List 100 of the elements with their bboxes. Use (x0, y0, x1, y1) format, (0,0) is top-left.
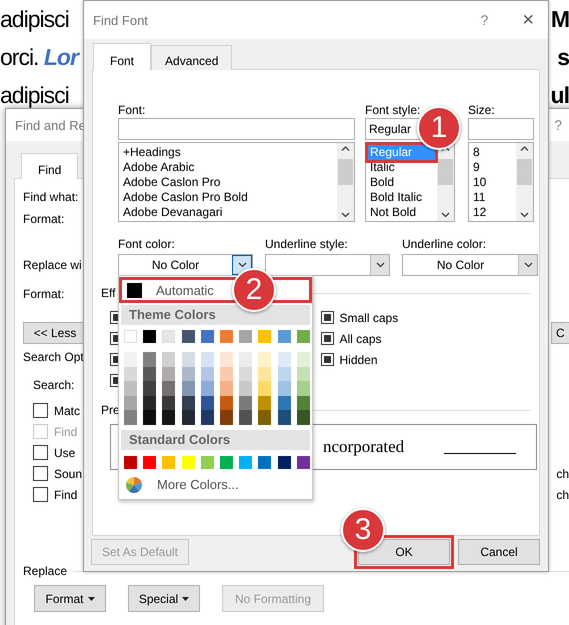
color-swatch[interactable] (124, 352, 137, 367)
dialog-button[interactable]: C (551, 322, 569, 344)
color-swatch[interactable] (220, 352, 233, 367)
color-swatch[interactable] (182, 396, 195, 410)
checkbox[interactable] (33, 403, 48, 418)
list-item[interactable]: 9 (471, 160, 514, 175)
color-swatch[interactable] (200, 456, 214, 469)
color-swatch[interactable] (162, 366, 176, 382)
color-swatch[interactable] (278, 352, 290, 367)
list-item[interactable]: Adobe Caslon Pro Bold (121, 190, 335, 205)
color-swatch[interactable] (162, 352, 176, 367)
checkbox[interactable] (33, 487, 48, 502)
color-swatch[interactable] (124, 410, 137, 425)
list-item[interactable]: Adobe Caslon Pro (121, 175, 335, 190)
dropdown-button[interactable] (518, 255, 537, 275)
dialog-button[interactable]: OK (358, 539, 450, 565)
color-swatch[interactable] (296, 330, 310, 343)
color-swatch[interactable] (220, 366, 233, 382)
scrollbar[interactable] (337, 143, 354, 221)
color-swatch[interactable] (220, 456, 233, 469)
color-swatch[interactable] (182, 330, 195, 343)
color-swatch[interactable] (200, 381, 214, 396)
checkbox[interactable] (320, 332, 334, 345)
color-swatch[interactable] (258, 410, 272, 425)
tab[interactable]: Font (93, 43, 152, 70)
color-swatch[interactable] (162, 396, 176, 410)
scrollbar-thumb[interactable] (438, 159, 453, 185)
color-swatch[interactable] (143, 366, 156, 382)
checkbox[interactable] (33, 445, 48, 460)
color-swatch[interactable] (258, 381, 272, 396)
color-swatch[interactable] (220, 396, 233, 410)
color-swatch[interactable] (220, 381, 233, 396)
color-swatch[interactable] (143, 456, 156, 469)
color-swatch[interactable] (239, 352, 252, 367)
color-swatch[interactable] (239, 381, 252, 396)
list-item[interactable]: 11 (471, 190, 514, 205)
color-swatch[interactable] (296, 410, 310, 425)
color-swatch[interactable] (143, 410, 156, 425)
checkbox[interactable] (320, 353, 334, 366)
color-swatch[interactable] (258, 330, 272, 343)
color-swatch[interactable] (200, 330, 214, 343)
tab[interactable]: Advanced (151, 45, 232, 70)
color-swatch[interactable] (296, 396, 310, 410)
color-swatch[interactable] (182, 410, 195, 425)
list-item[interactable]: 12 (471, 205, 514, 220)
checkbox[interactable] (320, 311, 334, 324)
color-swatch[interactable] (258, 352, 272, 367)
help-button[interactable]: ? (480, 12, 488, 28)
color-swatch[interactable] (200, 396, 214, 410)
color-swatch[interactable] (162, 381, 176, 396)
scrollbar[interactable] (516, 143, 533, 221)
list-item[interactable]: Bold (368, 175, 435, 190)
list-item[interactable]: 10 (471, 175, 514, 190)
list-item[interactable]: 8 (471, 145, 514, 160)
list-item[interactable]: Adobe Arabic (121, 160, 335, 175)
color-swatch[interactable] (258, 366, 272, 382)
color-swatch[interactable] (143, 396, 156, 410)
color-swatch[interactable] (162, 456, 176, 469)
color-swatch[interactable] (258, 456, 272, 469)
help-button[interactable]: ? (554, 117, 562, 133)
menu-item[interactable]: More Colors... (119, 474, 312, 495)
scrollbar-thumb[interactable] (338, 159, 353, 185)
color-swatch[interactable] (124, 366, 137, 382)
color-swatch[interactable] (182, 366, 195, 382)
color-swatch[interactable] (143, 330, 156, 343)
color-swatch[interactable] (278, 330, 290, 343)
menu-button[interactable]: Special (128, 585, 200, 612)
color-swatch[interactable] (278, 396, 290, 410)
tab[interactable]: Find (21, 153, 78, 179)
input-field[interactable] (118, 118, 355, 140)
color-swatch[interactable] (124, 330, 137, 343)
color-swatch[interactable] (124, 381, 137, 396)
color-swatch[interactable] (200, 410, 214, 425)
color-swatch[interactable] (278, 366, 290, 382)
color-swatch[interactable] (239, 366, 252, 382)
color-swatch[interactable] (296, 381, 310, 396)
color-swatch[interactable] (278, 456, 290, 469)
color-swatch[interactable] (278, 381, 290, 396)
list-item[interactable]: Italic (368, 160, 435, 175)
color-swatch[interactable] (296, 352, 310, 367)
color-swatch[interactable] (258, 396, 272, 410)
scrollbar[interactable] (437, 143, 454, 221)
color-swatch[interactable] (200, 352, 214, 367)
color-swatch[interactable] (124, 456, 137, 469)
color-swatch[interactable] (162, 330, 176, 343)
color-swatch[interactable] (182, 456, 195, 469)
color-swatch[interactable] (143, 352, 156, 367)
color-swatch[interactable] (220, 330, 233, 343)
color-swatch[interactable] (182, 381, 195, 396)
dialog-button[interactable]: Cancel (458, 539, 540, 565)
checkbox[interactable] (33, 466, 48, 481)
list-item[interactable]: Adobe Devanagari (121, 205, 335, 220)
list-item[interactable]: Not Bold (368, 205, 435, 220)
color-swatch[interactable] (278, 410, 290, 425)
close-button[interactable]: × (522, 8, 534, 32)
scrollbar-thumb[interactable] (517, 159, 532, 185)
color-swatch[interactable] (162, 410, 176, 425)
color-swatch[interactable] (239, 330, 252, 343)
color-swatch[interactable] (124, 396, 137, 410)
input-field[interactable] (468, 118, 534, 140)
